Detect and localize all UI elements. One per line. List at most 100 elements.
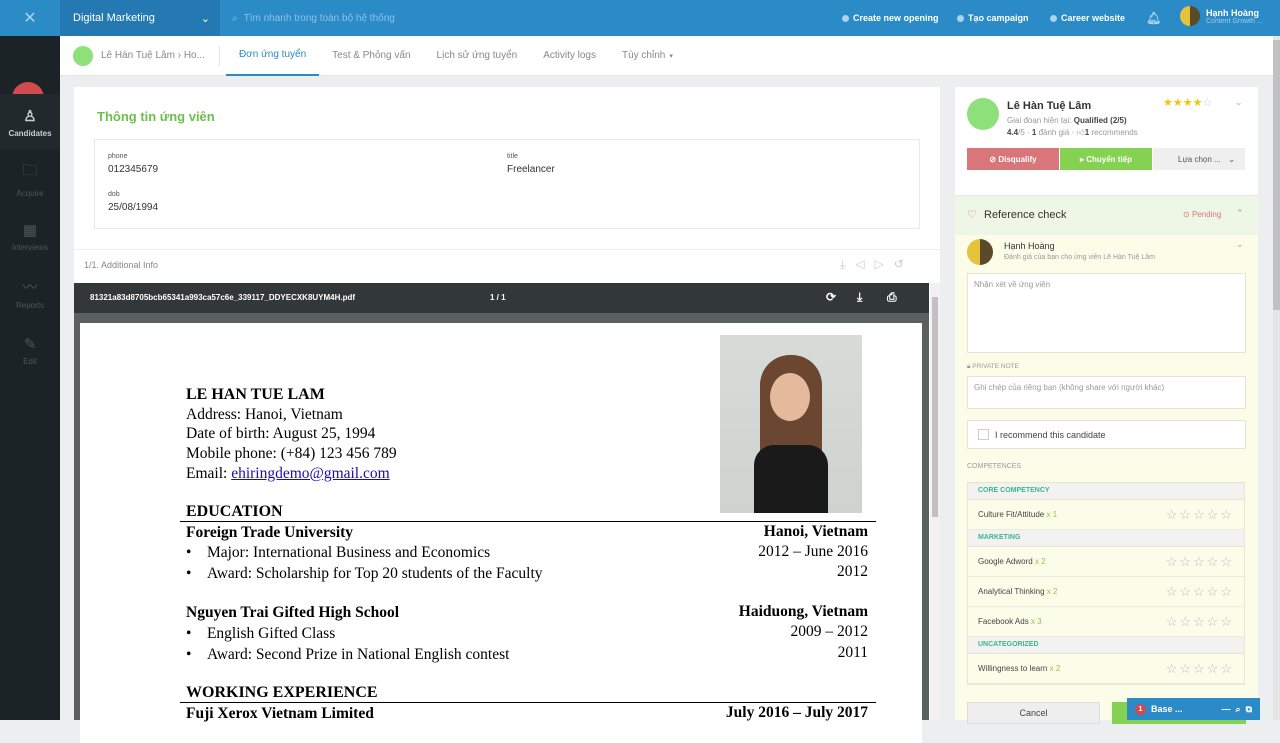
disqualify-button[interactable]: ⊘ Disqualify xyxy=(967,148,1059,170)
pdf-scrollbar[interactable] xyxy=(930,283,940,720)
close-icon[interactable]: ✕ xyxy=(0,0,60,36)
next-stage-button[interactable]: ▸ Chuyển tiếp xyxy=(1060,148,1152,170)
sidebar-item-interviews[interactable]: ▦ Interviews xyxy=(0,208,60,264)
cancel-button[interactable]: Cancel xyxy=(967,702,1100,724)
name-text: Facebook Ads xyxy=(978,617,1029,626)
candidate-panel: Lê Hàn Tuệ Lâm Giai đoạn hiện tại: Quali… xyxy=(955,87,1258,724)
chevron-down-icon[interactable]: ⌄ xyxy=(1236,239,1244,250)
cv-date: 2012 xyxy=(837,563,868,580)
application-card: Thông tin ứng viên phone 012345679 title F… xyxy=(74,87,940,743)
avatar xyxy=(967,98,999,130)
calendar-icon: ▦ xyxy=(22,221,38,239)
tab-test-phong-van[interactable]: Test & Phỏng vấn xyxy=(319,36,423,76)
score-suffix: /5 · xyxy=(1018,128,1032,137)
competence-name: Facebook Ads x 3 xyxy=(978,617,1042,626)
recommend-checkbox[interactable]: I recommend this candidate xyxy=(967,420,1246,449)
section-title: Thông tin ứng viên xyxy=(97,109,215,124)
career-website-link[interactable]: Career website xyxy=(1050,0,1125,36)
search-input[interactable]: ⌕ Tìm nhanh trong toàn bộ hệ thống xyxy=(232,0,395,36)
next-icon[interactable]: ▷ xyxy=(875,257,884,272)
competence-row: Willingness to learn x 2 ☆☆☆☆☆ xyxy=(968,654,1244,684)
dob-field: dob 25/08/1994 xyxy=(108,191,158,213)
print-icon[interactable]: ⎙ xyxy=(887,290,897,305)
sidebar-item-acquire[interactable]: 🗀︎ Acquire xyxy=(0,151,60,207)
rating-stars-input[interactable]: ☆☆☆☆☆ xyxy=(1166,661,1234,677)
workspace-dropdown[interactable]: Digital Marketing ⌄ xyxy=(60,0,220,36)
thumbs-up-icon: 👍︎ xyxy=(1076,128,1085,137)
user-menu[interactable]: Hạnh Hoàng Content Growth ... xyxy=(1180,6,1263,26)
minimize-icon[interactable]: — xyxy=(1222,704,1231,714)
user-role: Content Growth ... xyxy=(1206,17,1263,25)
cv-bullet: • Major: International Business and Econ… xyxy=(186,544,491,561)
button-label: Cancel xyxy=(1019,708,1048,718)
undo-icon[interactable]: ↺ xyxy=(894,257,904,272)
edit-icon: ✎ xyxy=(23,335,37,353)
create-campaign-link[interactable]: Tạo campaign xyxy=(957,0,1029,36)
caret-down-icon: ▾ xyxy=(669,52,673,60)
checkbox[interactable] xyxy=(978,429,989,440)
sidebar-label: Reports xyxy=(15,301,44,310)
create-opening-link[interactable]: Create new opening xyxy=(842,0,939,36)
top-bar: ✕ Digital Marketing ⌄ ⌕ Tìm nhanh trong to… xyxy=(0,0,1280,36)
competence-name: Google Adword x 2 xyxy=(978,557,1046,566)
scrollbar-thumb[interactable] xyxy=(1273,40,1280,310)
private-note-input[interactable]: Ghi chép của riêng bạn (không share với … xyxy=(967,376,1246,409)
breadcrumb-text: Lê Hàn Tuệ Lâm › Ho... xyxy=(101,50,205,61)
competence-row: Analytical Thinking x 2 ☆☆☆☆☆ xyxy=(968,577,1244,607)
chevron-down-icon[interactable]: ⌄ xyxy=(1235,97,1243,108)
pdf-viewer[interactable]: LE HAN TUE LAM Address: Hanoi, Vietnam D… xyxy=(74,313,929,743)
tab-activity-logs[interactable]: Activity logs xyxy=(530,36,609,76)
search-icon[interactable]: ⌕ xyxy=(1236,704,1241,715)
bullet-text: Major: International Business and Econom… xyxy=(206,544,491,561)
candidate-photo xyxy=(720,335,862,513)
reference-check-header[interactable]: ♡ Reference check ⊙ Pending ⌃ xyxy=(955,195,1258,235)
competence-name: Culture Fit/Attitude x 1 xyxy=(978,510,1057,519)
bell-icon[interactable]: 🔔︎ xyxy=(1146,0,1161,36)
comment-textarea[interactable]: Nhận xét về ứng viên xyxy=(967,273,1246,353)
prev-icon[interactable]: ◁ xyxy=(855,257,864,272)
candidate-tabs: Lê Hàn Tuệ Lâm › Ho... Đơn ứng tuyển Tes… xyxy=(60,36,1273,76)
pdf-filename: 81321a83d8705bcb65341a993ca57c6e_339117_… xyxy=(90,293,356,302)
search-placeholder: Tìm nhanh trong toàn bộ hệ thống xyxy=(243,12,395,24)
placeholder: Nhận xét về ứng viên xyxy=(974,280,1051,289)
label-text: PRIVATE NOTE xyxy=(972,363,1019,370)
tab-tuy-chinh[interactable]: Tùy chỉnh ▾ xyxy=(609,36,686,76)
rating-stars-input[interactable]: ☆☆☆☆☆ xyxy=(1166,584,1234,600)
download-icon[interactable]: ⤓ xyxy=(857,290,862,305)
download-icon[interactable]: ⤓ xyxy=(840,257,845,272)
cv-date: 2009 – 2012 xyxy=(790,623,869,640)
rotate-icon[interactable]: ⟳ xyxy=(826,290,836,304)
tab-lich-su-ung-tuyen[interactable]: Lịch sử ứng tuyển xyxy=(424,36,531,76)
rating-stars-input[interactable]: ☆☆☆☆☆ xyxy=(1166,507,1234,523)
weight: x 2 xyxy=(1046,587,1058,596)
reviewer-subtitle: Đánh giá của bạn cho ứng viên Lê Hàn Tuệ… xyxy=(1004,254,1156,261)
rating-stars[interactable]: ★★★★☆ xyxy=(1163,96,1212,109)
sidebar-item-reports[interactable]: 〰 Reports xyxy=(0,265,60,321)
email-link[interactable]: ehiringdemo@gmail.com xyxy=(231,465,389,482)
rating-stars-input[interactable]: ☆☆☆☆☆ xyxy=(1166,614,1234,630)
rating-stars-input[interactable]: ☆☆☆☆☆ xyxy=(1166,554,1234,570)
sidebar-item-edit[interactable]: ✎ Edit xyxy=(0,322,60,378)
chevron-down-icon: ⌄ xyxy=(1228,154,1235,164)
candidate-score: 4.4/5 · 1 đánh giá · 👍︎1 recommends xyxy=(1007,128,1138,138)
field-value: 25/08/1994 xyxy=(108,202,159,213)
weight: x 2 xyxy=(1034,557,1046,566)
score: 4.4 xyxy=(1007,128,1019,137)
competence-name: Willingness to learn x 2 xyxy=(978,664,1060,673)
competences-label: COMPETENCES xyxy=(967,463,1022,470)
breadcrumb[interactable]: Lê Hàn Tuệ Lâm › Ho... xyxy=(60,45,220,66)
plus-circle-icon xyxy=(842,14,849,22)
attachment-label: 1/1. Additional Info xyxy=(84,260,159,270)
divider xyxy=(180,521,876,522)
chat-widget[interactable]: 1 Base ... — ⌕ ⧉ xyxy=(1127,698,1260,720)
bullet-text: Award: Scholarship for Top 20 students o… xyxy=(206,565,543,582)
cv-school: Nguyen Trai Gifted High School xyxy=(186,604,400,621)
cv-phone: Mobile phone: (+84) 123 456 789 xyxy=(186,445,397,462)
tab-don-ung-tuyen[interactable]: Đơn ứng tuyển xyxy=(225,36,320,76)
external-link-icon[interactable]: ⧉ xyxy=(1246,704,1252,715)
competence-row: Facebook Ads x 3 ☆☆☆☆☆ xyxy=(968,607,1244,637)
plus-circle-icon xyxy=(957,14,964,22)
title-field: title Freelancer xyxy=(507,153,555,175)
sidebar-item-candidates[interactable]: ♙ Candidates xyxy=(0,94,60,150)
options-dropdown[interactable]: Lựa chọn ... ⌄ xyxy=(1153,148,1245,170)
